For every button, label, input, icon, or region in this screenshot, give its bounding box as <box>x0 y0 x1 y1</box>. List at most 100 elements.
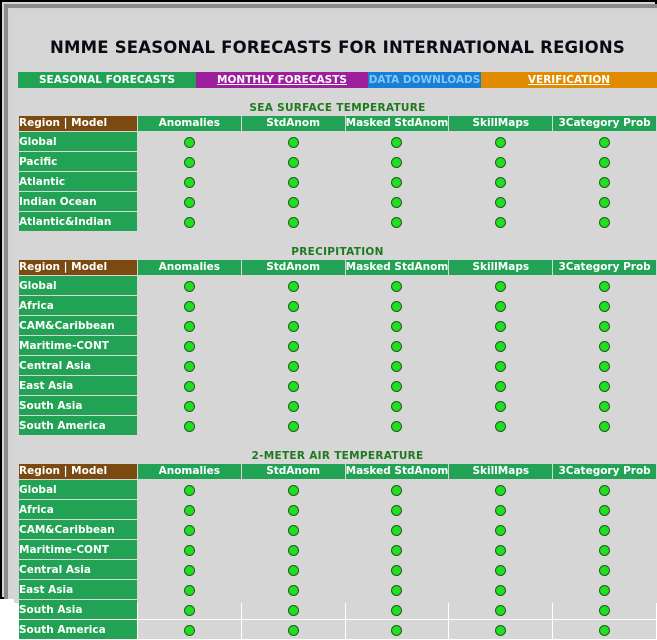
product-cell[interactable] <box>553 212 656 231</box>
green-dot-icon[interactable] <box>391 605 403 616</box>
product-cell[interactable] <box>345 520 449 539</box>
green-dot-icon[interactable] <box>287 421 299 432</box>
green-dot-icon[interactable] <box>183 525 195 536</box>
region-label-cam-caribbean[interactable]: CAM&Caribbean <box>19 316 137 335</box>
green-dot-icon[interactable] <box>391 401 403 412</box>
region-label-south-asia[interactable]: South Asia <box>19 600 137 619</box>
green-dot-icon[interactable] <box>599 585 611 596</box>
green-dot-icon[interactable] <box>183 361 195 372</box>
nav-tab-seasonal-forecasts[interactable]: SEASONAL FORECASTS <box>18 72 196 88</box>
product-cell[interactable] <box>553 560 656 579</box>
product-cell[interactable] <box>449 416 553 435</box>
product-cell[interactable] <box>241 396 345 415</box>
green-dot-icon[interactable] <box>391 321 403 332</box>
region-label-central-asia[interactable]: Central Asia <box>19 356 137 375</box>
column-header-skillmaps[interactable]: SkillMaps <box>449 116 553 131</box>
green-dot-icon[interactable] <box>183 177 195 188</box>
green-dot-icon[interactable] <box>495 625 507 636</box>
product-cell[interactable] <box>241 212 345 231</box>
product-cell[interactable] <box>137 580 241 599</box>
green-dot-icon[interactable] <box>391 301 403 312</box>
product-cell[interactable] <box>137 500 241 519</box>
green-dot-icon[interactable] <box>495 321 507 332</box>
product-cell[interactable] <box>449 132 553 151</box>
green-dot-icon[interactable] <box>391 545 403 556</box>
product-cell[interactable] <box>449 600 553 619</box>
green-dot-icon[interactable] <box>599 217 611 228</box>
green-dot-icon[interactable] <box>599 137 611 148</box>
product-cell[interactable] <box>345 540 449 559</box>
product-cell[interactable] <box>137 620 241 639</box>
green-dot-icon[interactable] <box>183 565 195 576</box>
green-dot-icon[interactable] <box>183 585 195 596</box>
product-cell[interactable] <box>241 480 345 499</box>
green-dot-icon[interactable] <box>183 217 195 228</box>
product-cell[interactable] <box>553 500 656 519</box>
product-cell[interactable] <box>137 336 241 355</box>
product-cell[interactable] <box>553 520 656 539</box>
product-cell[interactable] <box>449 560 553 579</box>
product-cell[interactable] <box>241 560 345 579</box>
product-cell[interactable] <box>553 396 656 415</box>
product-cell[interactable] <box>449 500 553 519</box>
product-cell[interactable] <box>553 580 656 599</box>
green-dot-icon[interactable] <box>599 525 611 536</box>
product-cell[interactable] <box>345 416 449 435</box>
green-dot-icon[interactable] <box>287 137 299 148</box>
green-dot-icon[interactable] <box>183 401 195 412</box>
product-cell[interactable] <box>137 520 241 539</box>
column-header-skillmaps[interactable]: SkillMaps <box>449 260 553 275</box>
product-cell[interactable] <box>553 620 656 639</box>
product-cell[interactable] <box>241 192 345 211</box>
green-dot-icon[interactable] <box>599 625 611 636</box>
product-cell[interactable] <box>553 416 656 435</box>
product-cell[interactable] <box>553 376 656 395</box>
product-cell[interactable] <box>137 276 241 295</box>
region-label-south-america[interactable]: South America <box>19 416 137 435</box>
green-dot-icon[interactable] <box>183 321 195 332</box>
product-cell[interactable] <box>241 336 345 355</box>
green-dot-icon[interactable] <box>183 605 195 616</box>
product-cell[interactable] <box>137 296 241 315</box>
green-dot-icon[interactable] <box>495 137 507 148</box>
product-cell[interactable] <box>449 396 553 415</box>
green-dot-icon[interactable] <box>287 625 299 636</box>
product-cell[interactable] <box>449 480 553 499</box>
green-dot-icon[interactable] <box>599 321 611 332</box>
green-dot-icon[interactable] <box>599 401 611 412</box>
green-dot-icon[interactable] <box>287 301 299 312</box>
product-cell[interactable] <box>553 296 656 315</box>
green-dot-icon[interactable] <box>495 585 507 596</box>
region-label-pacific[interactable]: Pacific <box>19 152 137 171</box>
green-dot-icon[interactable] <box>391 585 403 596</box>
green-dot-icon[interactable] <box>183 197 195 208</box>
green-dot-icon[interactable] <box>287 341 299 352</box>
green-dot-icon[interactable] <box>495 341 507 352</box>
green-dot-icon[interactable] <box>183 301 195 312</box>
green-dot-icon[interactable] <box>391 485 403 496</box>
product-cell[interactable] <box>345 580 449 599</box>
product-cell[interactable] <box>345 152 449 171</box>
product-cell[interactable] <box>137 356 241 375</box>
green-dot-icon[interactable] <box>391 525 403 536</box>
product-cell[interactable] <box>137 600 241 619</box>
green-dot-icon[interactable] <box>495 505 507 516</box>
green-dot-icon[interactable] <box>287 381 299 392</box>
product-cell[interactable] <box>241 620 345 639</box>
green-dot-icon[interactable] <box>391 177 403 188</box>
green-dot-icon[interactable] <box>183 381 195 392</box>
green-dot-icon[interactable] <box>183 281 195 292</box>
green-dot-icon[interactable] <box>599 421 611 432</box>
product-cell[interactable] <box>345 600 449 619</box>
column-header-3category-prob[interactable]: 3Category Prob <box>553 116 656 131</box>
product-cell[interactable] <box>553 152 656 171</box>
green-dot-icon[interactable] <box>287 485 299 496</box>
green-dot-icon[interactable] <box>183 625 195 636</box>
green-dot-icon[interactable] <box>599 381 611 392</box>
region-label-south-asia[interactable]: South Asia <box>19 396 137 415</box>
product-cell[interactable] <box>449 540 553 559</box>
column-header-anomalies[interactable]: Anomalies <box>137 116 241 131</box>
green-dot-icon[interactable] <box>287 197 299 208</box>
green-dot-icon[interactable] <box>287 217 299 228</box>
green-dot-icon[interactable] <box>183 421 195 432</box>
